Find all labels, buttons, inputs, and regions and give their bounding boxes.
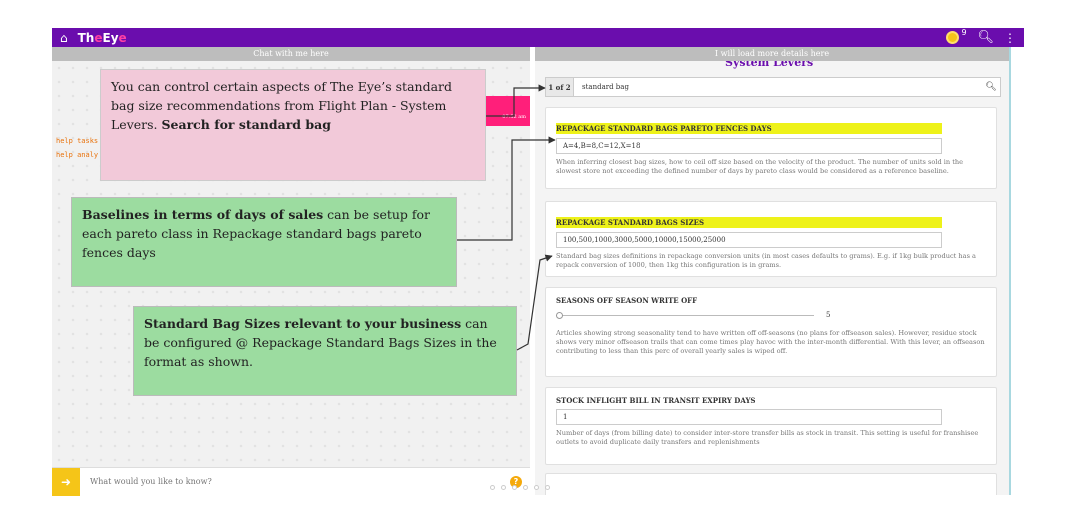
page-dot[interactable] bbox=[534, 485, 539, 490]
search-icon[interactable]: 🔍︎ bbox=[982, 82, 1000, 92]
page-dot[interactable] bbox=[545, 485, 550, 490]
lever-description: Articles showing strong seasonality tend… bbox=[556, 329, 985, 355]
tutorial-callout-search: You can control certain aspects of The E… bbox=[100, 69, 486, 181]
top-bar: ⌂ TheEye 9 🔍︎ ⋮ bbox=[52, 28, 1024, 47]
send-button[interactable]: ➜ bbox=[52, 467, 80, 496]
arrow-up-icon: ➜ bbox=[60, 474, 72, 489]
slider-value: 5 bbox=[826, 311, 831, 319]
app-logo[interactable]: TheEye bbox=[78, 31, 127, 45]
page-dot[interactable] bbox=[490, 485, 495, 490]
lever-value-input[interactable]: 100,500,1000,3000,5000,10000,15000,25000 bbox=[556, 232, 942, 248]
lever-title: SEASONS OFF SEASON WRITE OFF bbox=[556, 296, 698, 305]
page-dot[interactable] bbox=[512, 485, 517, 490]
lever-description: Number of days (from billing date) to co… bbox=[556, 429, 979, 446]
search-icon[interactable]: 🔍︎ bbox=[977, 30, 994, 45]
lever-card: REPACKAGE STANDARD BAGS SIZES 100,500,10… bbox=[545, 201, 997, 277]
coin-count: 9 bbox=[961, 28, 967, 37]
lever-slider: 5 bbox=[556, 311, 986, 319]
chat-bubble-time: 07:52 am bbox=[502, 114, 526, 120]
lever-title: REPACKAGE STANDARD BAGS SIZES bbox=[556, 217, 942, 228]
lever-search-input[interactable] bbox=[582, 83, 982, 91]
result-pager[interactable]: 1 of 2 bbox=[546, 78, 574, 96]
chat-input-bar: ➜ ? bbox=[52, 467, 530, 496]
chat-command[interactable]: help tasks bbox=[56, 137, 98, 145]
lever-value-input[interactable]: A=4,B=8,C=12,X=18 bbox=[556, 138, 942, 154]
coin-icon[interactable]: 9 bbox=[946, 28, 967, 44]
details-panel-header: I will load more details here bbox=[535, 47, 1009, 61]
chat-command[interactable]: help analy bbox=[56, 151, 98, 159]
lever-card: SEASONS OFF SEASON WRITE OFF 5 Articles … bbox=[545, 287, 997, 377]
lever-card: STOCK INFLIGHT BILL IN TRANSIT EXPIRY DA… bbox=[545, 387, 997, 465]
slider-handle[interactable] bbox=[556, 311, 563, 319]
lever-search: 1 of 2 🔍︎ bbox=[545, 77, 1001, 97]
page-dot[interactable] bbox=[501, 485, 506, 490]
chat-input[interactable] bbox=[90, 477, 510, 486]
pagination-dots bbox=[490, 485, 550, 490]
page-dot[interactable] bbox=[523, 485, 528, 490]
lever-description: When inferring closest bag sizes, how to… bbox=[556, 158, 964, 175]
lever-title: REPACKAGE STANDARD BAGS PARETO FENCES DA… bbox=[556, 123, 942, 134]
lever-title: STOCK INFLIGHT BILL IN TRANSIT EXPIRY DA… bbox=[556, 396, 756, 405]
details-panel: I will load more details here System Lev… bbox=[535, 47, 1011, 495]
lever-card: REPACKAGE STANDARD BAGS PARETO FENCES DA… bbox=[545, 107, 997, 189]
slider-track[interactable] bbox=[556, 311, 814, 319]
tutorial-callout-pareto: Baselines in terms of days of sales can … bbox=[71, 197, 457, 287]
more-menu-icon[interactable]: ⋮ bbox=[1004, 31, 1016, 45]
lever-card bbox=[545, 473, 997, 495]
lever-value-input[interactable]: 1 bbox=[556, 409, 942, 425]
lever-description: Standard bag sizes definitions in repack… bbox=[556, 252, 976, 269]
chat-panel-header: Chat with me here bbox=[52, 47, 530, 61]
home-icon[interactable]: ⌂ bbox=[60, 31, 68, 45]
tutorial-callout-sizes: Standard Bag Sizes relevant to your busi… bbox=[133, 306, 517, 396]
chat-bubble: 07:52 am bbox=[486, 96, 530, 126]
